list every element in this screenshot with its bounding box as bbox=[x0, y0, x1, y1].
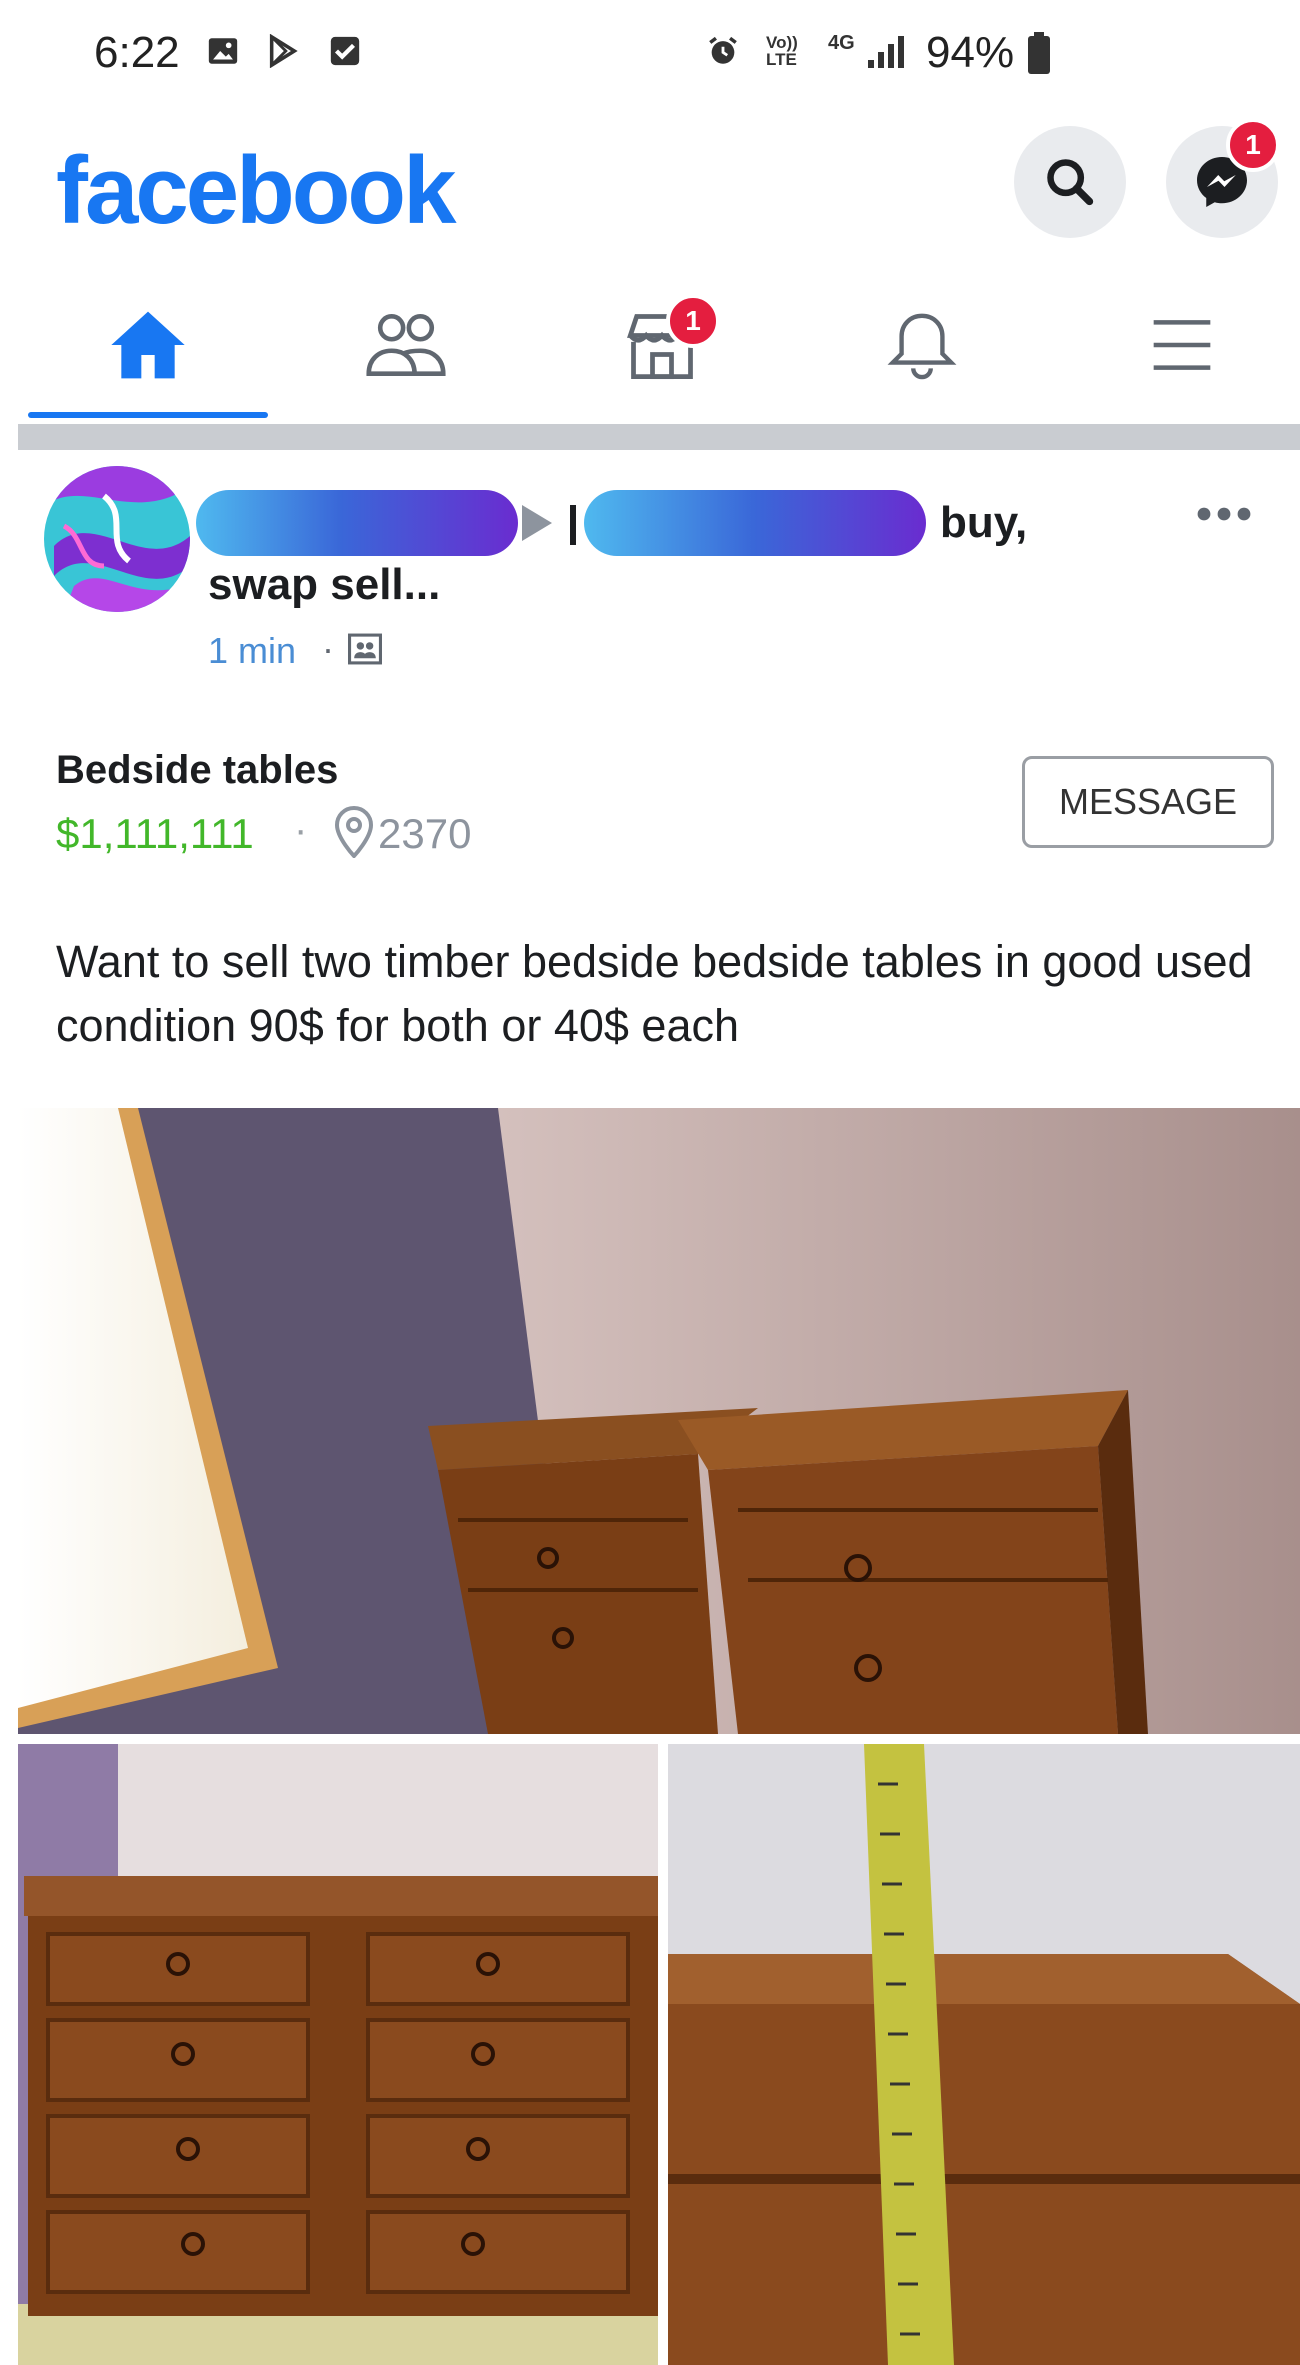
play-store-icon bbox=[269, 34, 298, 68]
active-tab-indicator bbox=[28, 412, 268, 418]
tab-notifications[interactable] bbox=[832, 290, 1012, 400]
tab-menu[interactable] bbox=[1092, 290, 1272, 400]
bell-icon bbox=[887, 313, 957, 380]
volte-indicator: Vo)) LTE bbox=[766, 33, 798, 69]
group-name-suffix[interactable]: buy, bbox=[940, 498, 1027, 548]
home-icon bbox=[111, 311, 185, 379]
status-time: 6:22 bbox=[94, 28, 180, 77]
friends-icon bbox=[366, 314, 446, 376]
bedside-tables-front-photo bbox=[18, 1744, 658, 2365]
status-bar: 6:22 Vo)) LTE 4G 94% bbox=[0, 0, 1300, 110]
alarm-icon bbox=[709, 36, 737, 64]
post-description: Want to sell two timber bedside bedside … bbox=[56, 936, 1253, 1051]
avatar[interactable] bbox=[44, 466, 190, 612]
listing-price: $1,111,111 bbox=[56, 810, 254, 857]
checkbox-icon bbox=[330, 36, 360, 66]
messenger-button[interactable]: 1 bbox=[1166, 118, 1280, 238]
listing-location: 2370 bbox=[378, 810, 472, 857]
battery-percent: 94% bbox=[926, 28, 1015, 77]
gallery-icon bbox=[208, 38, 238, 64]
hamburger-menu-icon bbox=[1153, 320, 1211, 370]
post-time[interactable]: 1 min bbox=[208, 630, 296, 672]
tab-friends[interactable] bbox=[316, 290, 496, 400]
redacted-user-name[interactable] bbox=[196, 490, 518, 556]
facebook-logo[interactable]: facebook bbox=[56, 136, 456, 246]
network-type: 4G bbox=[828, 32, 855, 54]
search-icon bbox=[1047, 159, 1094, 206]
battery-icon bbox=[1028, 32, 1050, 74]
listing-photo-left[interactable] bbox=[18, 1744, 658, 2365]
listing-title: Bedside tables bbox=[56, 748, 339, 792]
caret-right-icon bbox=[522, 505, 552, 541]
feed-divider bbox=[18, 424, 1300, 450]
location-pin-icon bbox=[334, 806, 374, 858]
redacted-group-name[interactable] bbox=[584, 490, 926, 556]
tape-measure-photo bbox=[668, 1744, 1300, 2365]
listing-dot: · bbox=[294, 808, 308, 852]
bedside-tables-photo bbox=[18, 1108, 1300, 1734]
more-options-icon[interactable] bbox=[1196, 506, 1252, 522]
listing-photo-main[interactable] bbox=[18, 1108, 1300, 1734]
marketplace-badge: 1 bbox=[666, 294, 720, 348]
messenger-badge: 1 bbox=[1226, 118, 1280, 172]
avatar-image bbox=[44, 466, 190, 612]
listing-photo-right[interactable] bbox=[668, 1744, 1300, 2365]
group-privacy-icon bbox=[348, 633, 382, 665]
search-button[interactable] bbox=[1014, 126, 1126, 238]
tab-marketplace[interactable]: 1 bbox=[572, 290, 752, 400]
tab-home[interactable] bbox=[58, 290, 238, 400]
meta-separator: · bbox=[322, 628, 334, 669]
message-button[interactable]: MESSAGE bbox=[1022, 756, 1274, 848]
signal-icon bbox=[868, 36, 904, 68]
group-name-line2[interactable]: swap sell... bbox=[208, 560, 440, 610]
group-name-initial bbox=[570, 505, 576, 545]
